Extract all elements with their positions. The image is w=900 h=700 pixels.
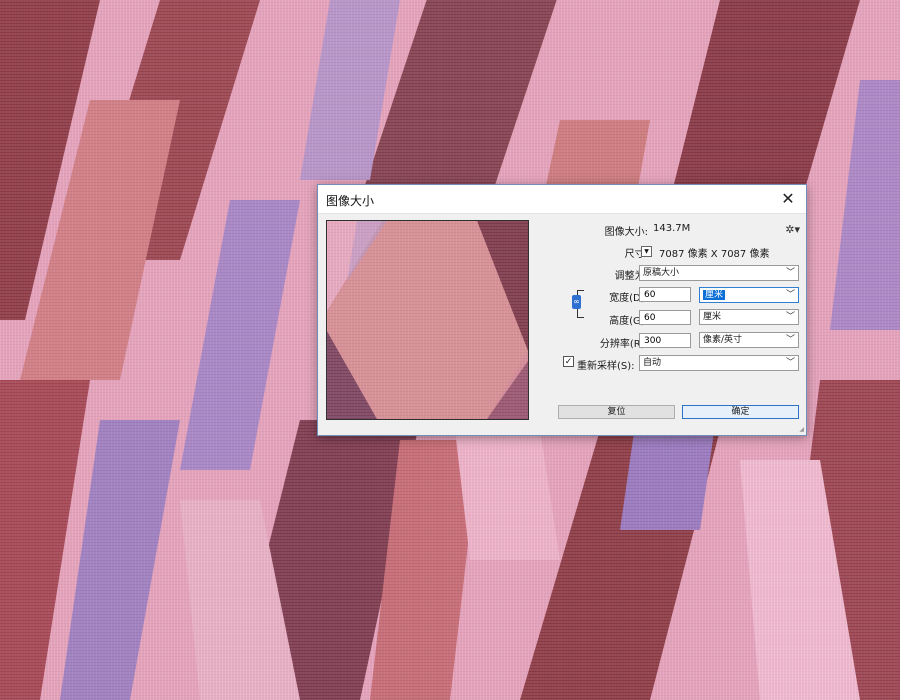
height-input[interactable] [639,310,691,325]
height-unit-select[interactable]: 厘米 ﹀ [699,309,799,325]
resolution-input[interactable] [639,333,691,348]
resolution-unit-select[interactable]: 像素/英寸 ﹀ [699,332,799,348]
chevron-down-icon[interactable]: ▼ [641,246,652,257]
fit-to-select[interactable]: 原稿大小 ﹀ [639,265,799,281]
width-input[interactable] [639,287,691,302]
dimensions-value: 7087 像素 X 7087 像素 [659,249,770,260]
close-icon[interactable]: ✕ [778,189,798,209]
chevron-down-icon: ﹀ [785,268,795,278]
fit-to-value: 原稿大小 [643,268,680,278]
chevron-down-icon: ﹀ [785,312,795,322]
resample-label: 重新采样(S): [577,361,635,372]
height-unit-value: 厘米 [703,312,722,322]
width-unit-value: 厘米 [703,290,726,300]
image-size-dialog: 图像大小 ✕ 图像大小: 143.7M ✲▾ 尺寸: ▼ 7087 像素 X 7… [317,184,807,436]
reset-button[interactable]: 复位 [558,405,675,419]
gear-icon[interactable]: ✲▾ [785,223,800,236]
resample-select[interactable]: 自动 ﹀ [639,355,799,371]
ok-button[interactable]: 确定 [682,405,799,419]
resample-checkbox[interactable]: ✓ [563,356,574,367]
preview-pattern [327,221,528,419]
chevron-down-icon: ﹀ [785,290,795,300]
resize-grip-icon[interactable]: ◢ [799,426,804,433]
dialog-titlebar[interactable]: 图像大小 ✕ [318,185,806,214]
resolution-unit-value: 像素/英寸 [703,335,743,345]
image-size-value: 143.7M [653,223,691,234]
chevron-down-icon: ﹀ [785,358,795,368]
width-unit-select[interactable]: 厘米 ﹀ [699,287,799,303]
dialog-title: 图像大小 [326,194,375,208]
image-preview[interactable] [326,220,529,420]
chevron-down-icon: ﹀ [785,335,795,345]
link-chain-icon[interactable]: ∞ [572,295,581,309]
image-size-label: 图像大小: [604,227,648,238]
resample-value: 自动 [643,358,662,368]
